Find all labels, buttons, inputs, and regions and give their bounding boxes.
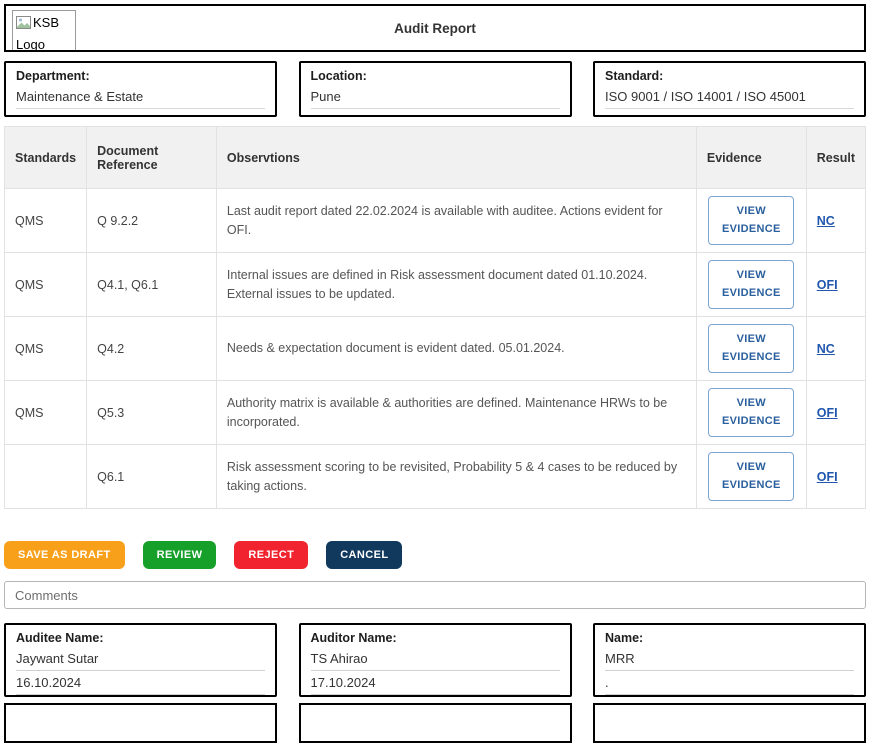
evidence-cell: VIEW EVIDENCE (696, 189, 806, 253)
standard-label: Standard: (605, 69, 854, 83)
result-cell: NC (806, 189, 865, 253)
doc-ref-cell: Q4.1, Q6.1 (87, 253, 217, 317)
table-row: QMS Q4.2 Needs & expectation document is… (5, 317, 866, 381)
clipped-field-box (593, 703, 866, 743)
comments-input[interactable] (4, 581, 866, 609)
result-cell: OFI (806, 253, 865, 317)
auditee-label: Auditee Name: (16, 631, 265, 645)
col-header-result: Result (806, 127, 865, 189)
audit-observations-table: Standards Document Reference Observtions… (4, 126, 866, 509)
result-link[interactable]: NC (817, 342, 835, 356)
result-link[interactable]: OFI (817, 278, 838, 292)
location-field: Location: Pune (299, 61, 572, 117)
clipped-field-box (4, 703, 277, 743)
result-link[interactable]: OFI (817, 406, 838, 420)
name-field: Name: MRR . (593, 623, 866, 697)
department-field: Department: Maintenance & Estate (4, 61, 277, 117)
standards-cell (5, 445, 87, 509)
observations-cell: Authority matrix is available & authorit… (216, 381, 696, 445)
department-value[interactable]: Maintenance & Estate (16, 89, 265, 109)
evidence-cell: VIEW EVIDENCE (696, 317, 806, 381)
table-row: Q6.1 Risk assessment scoring to be revis… (5, 445, 866, 509)
auditor-label: Auditor Name: (311, 631, 560, 645)
doc-ref-cell: Q5.3 (87, 381, 217, 445)
result-cell: OFI (806, 445, 865, 509)
audit-report-page: KSB Logo Audit Report Department: Mainte… (4, 4, 866, 743)
table-row: QMS Q 9.2.2 Last audit report dated 22.0… (5, 189, 866, 253)
page-title: Audit Report (394, 21, 476, 36)
result-link[interactable]: OFI (817, 470, 838, 484)
auditor-field: Auditor Name: TS Ahirao 17.10.2024 (299, 623, 572, 697)
name-date-value[interactable]: . (605, 675, 854, 695)
broken-image-icon (16, 15, 31, 35)
auditee-name-value[interactable]: Jaywant Sutar (16, 651, 265, 671)
clipped-field-box (299, 703, 572, 743)
location-value[interactable]: Pune (311, 89, 560, 109)
evidence-cell: VIEW EVIDENCE (696, 253, 806, 317)
reject-button[interactable]: REJECT (234, 541, 308, 569)
auditor-date-value[interactable]: 17.10.2024 (311, 675, 560, 695)
col-header-standards: Standards (5, 127, 87, 189)
view-evidence-button[interactable]: VIEW EVIDENCE (708, 260, 794, 308)
observations-cell: Needs & expectation document is evident … (216, 317, 696, 381)
table-row: QMS Q4.1, Q6.1 Internal issues are defin… (5, 253, 866, 317)
observations-cell: Risk assessment scoring to be revisited,… (216, 445, 696, 509)
action-buttons-row: SAVE AS DRAFT REVIEW REJECT CANCEL (4, 541, 866, 569)
col-header-observations: Observtions (216, 127, 696, 189)
col-header-document-reference: Document Reference (87, 127, 217, 189)
view-evidence-button[interactable]: VIEW EVIDENCE (708, 324, 794, 372)
report-header: KSB Logo Audit Report (4, 4, 866, 52)
result-cell: OFI (806, 381, 865, 445)
save-as-draft-button[interactable]: SAVE AS DRAFT (4, 541, 125, 569)
name-label: Name: (605, 631, 854, 645)
ksb-logo-broken-image: KSB Logo (12, 10, 76, 52)
table-row: QMS Q5.3 Authority matrix is available &… (5, 381, 866, 445)
standards-cell: QMS (5, 381, 87, 445)
cancel-button[interactable]: CANCEL (326, 541, 402, 569)
doc-ref-cell: Q 9.2.2 (87, 189, 217, 253)
doc-ref-cell: Q4.2 (87, 317, 217, 381)
doc-ref-cell: Q6.1 (87, 445, 217, 509)
evidence-cell: VIEW EVIDENCE (696, 445, 806, 509)
view-evidence-button[interactable]: VIEW EVIDENCE (708, 452, 794, 500)
standards-cell: QMS (5, 253, 87, 317)
standard-value[interactable]: ISO 9001 / ISO 14001 / ISO 45001 (605, 89, 854, 109)
result-link[interactable]: NC (817, 214, 835, 228)
standards-cell: QMS (5, 317, 87, 381)
info-row: Department: Maintenance & Estate Locatio… (4, 61, 866, 117)
result-cell: NC (806, 317, 865, 381)
observations-cell: Last audit report dated 22.02.2024 is av… (216, 189, 696, 253)
signature-row: Auditee Name: Jaywant Sutar 16.10.2024 A… (4, 623, 866, 697)
name-value[interactable]: MRR (605, 651, 854, 671)
clipped-bottom-row (4, 703, 866, 743)
view-evidence-button[interactable]: VIEW EVIDENCE (708, 388, 794, 436)
location-label: Location: (311, 69, 560, 83)
table-header-row: Standards Document Reference Observtions… (5, 127, 866, 189)
standards-cell: QMS (5, 189, 87, 253)
auditor-name-value[interactable]: TS Ahirao (311, 651, 560, 671)
auditee-field: Auditee Name: Jaywant Sutar 16.10.2024 (4, 623, 277, 697)
auditee-date-value[interactable]: 16.10.2024 (16, 675, 265, 695)
view-evidence-button[interactable]: VIEW EVIDENCE (708, 196, 794, 244)
observations-cell: Internal issues are defined in Risk asse… (216, 253, 696, 317)
department-label: Department: (16, 69, 265, 83)
review-button[interactable]: REVIEW (143, 541, 217, 569)
evidence-cell: VIEW EVIDENCE (696, 381, 806, 445)
col-header-evidence: Evidence (696, 127, 806, 189)
standard-field: Standard: ISO 9001 / ISO 14001 / ISO 450… (593, 61, 866, 117)
